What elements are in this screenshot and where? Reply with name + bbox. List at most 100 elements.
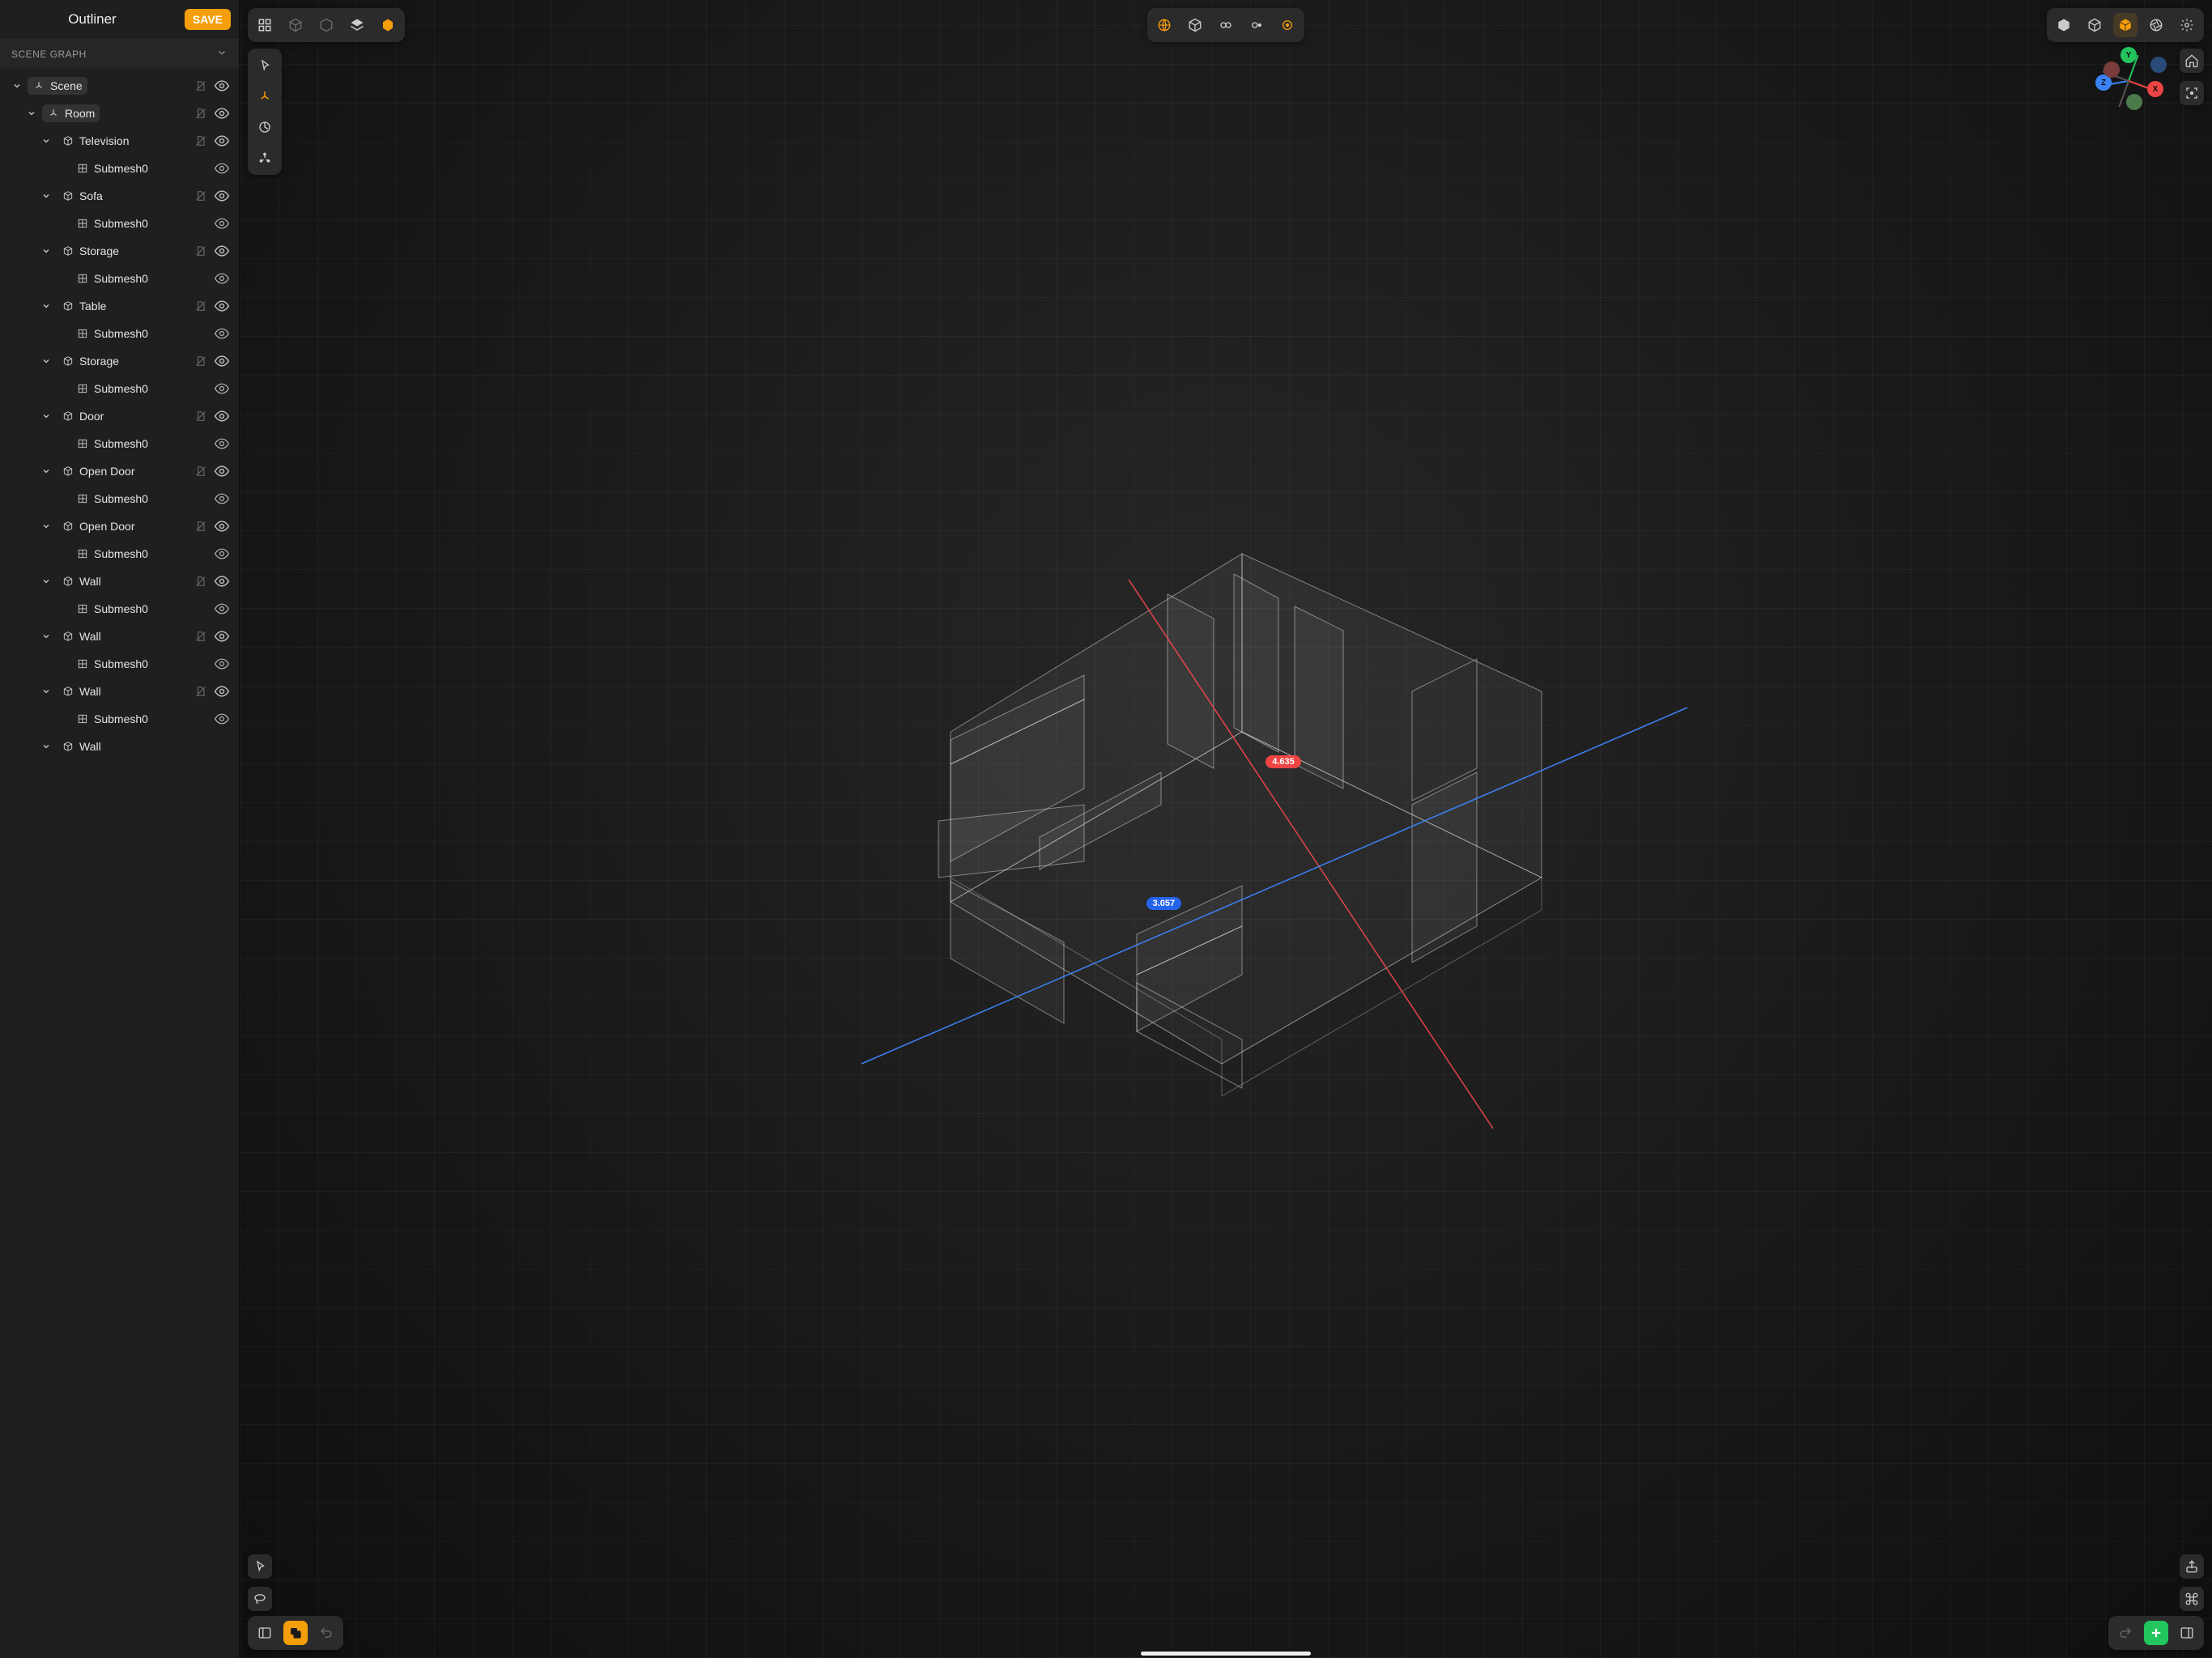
tree-node[interactable]: Submesh0 <box>5 375 234 402</box>
hidden-doc-icon[interactable] <box>192 462 210 480</box>
tree-node-label-wrap[interactable]: Submesh0 <box>71 215 153 232</box>
tree-node[interactable]: Submesh0 <box>5 485 234 512</box>
add-button[interactable] <box>2144 1621 2168 1645</box>
tree-node-label-wrap[interactable]: Submesh0 <box>71 545 153 563</box>
tree-node[interactable]: Open Door <box>5 457 234 485</box>
eye-icon[interactable] <box>213 77 231 95</box>
cube-wire-icon[interactable] <box>283 13 308 37</box>
share-icon[interactable] <box>2180 1554 2204 1579</box>
chevron-down-icon[interactable] <box>39 464 53 478</box>
eye-icon[interactable] <box>213 627 231 645</box>
hidden-doc-icon[interactable] <box>192 187 210 205</box>
tree-node[interactable]: Submesh0 <box>5 595 234 623</box>
hidden-doc-icon[interactable] <box>192 517 210 535</box>
chevron-down-icon[interactable] <box>39 354 53 368</box>
eye-icon[interactable] <box>213 600 231 618</box>
tree-node[interactable]: Submesh0 <box>5 430 234 457</box>
eye-icon[interactable] <box>213 352 231 370</box>
hidden-doc-icon[interactable] <box>192 297 210 315</box>
sidebar-toggle-icon[interactable] <box>253 1621 277 1645</box>
eye-icon[interactable] <box>213 215 231 232</box>
tree-node-label-wrap[interactable]: Room <box>42 104 100 122</box>
tree-node[interactable]: Table <box>5 292 234 320</box>
tree-node-label-wrap[interactable]: Table <box>57 297 111 315</box>
scale-icon[interactable] <box>253 146 277 170</box>
eye-icon[interactable] <box>213 710 231 728</box>
chevron-down-icon[interactable] <box>39 684 53 699</box>
chevron-down-icon[interactable] <box>39 134 53 148</box>
tree-node-label-wrap[interactable]: Submesh0 <box>71 325 153 342</box>
tree-node[interactable]: Television <box>5 127 234 155</box>
chevron-down-icon[interactable] <box>24 106 39 121</box>
tree-node-label-wrap[interactable]: Wall <box>57 738 106 755</box>
chevron-down-icon[interactable] <box>10 79 24 93</box>
wire-cube-icon[interactable] <box>2082 13 2107 37</box>
axis-y-handle[interactable]: Y <box>2121 47 2137 63</box>
eye-icon[interactable] <box>213 325 231 342</box>
eye-icon[interactable] <box>213 104 231 122</box>
hexagon-icon[interactable] <box>376 13 400 37</box>
tree-node[interactable]: Wall <box>5 733 234 760</box>
chevron-down-icon[interactable] <box>39 244 53 258</box>
layers-icon[interactable] <box>345 13 369 37</box>
snap-link-icon[interactable] <box>1214 13 1238 37</box>
eye-icon[interactable] <box>213 572 231 590</box>
hidden-doc-icon[interactable] <box>192 242 210 260</box>
chevron-down-icon[interactable] <box>39 629 53 644</box>
tree-node-label-wrap[interactable]: Open Door <box>57 462 139 480</box>
tree-node-label-wrap[interactable]: Submesh0 <box>71 380 153 397</box>
scene-graph-section-header[interactable]: SCENE GRAPH <box>0 39 239 69</box>
hidden-doc-icon[interactable] <box>192 407 210 425</box>
tree-node[interactable]: Sofa <box>5 182 234 210</box>
tree-node[interactable]: Submesh0 <box>5 540 234 568</box>
tree-node[interactable]: Wall <box>5 568 234 595</box>
hidden-doc-icon[interactable] <box>192 77 210 95</box>
tree-node-label-wrap[interactable]: Submesh0 <box>71 710 153 728</box>
eye-icon[interactable] <box>213 490 231 508</box>
gear-icon[interactable] <box>2175 13 2199 37</box>
cube-outline-icon[interactable] <box>314 13 338 37</box>
undo-icon[interactable] <box>314 1621 338 1645</box>
solid-cube-icon[interactable] <box>2052 13 2076 37</box>
tree-node[interactable]: Storage <box>5 237 234 265</box>
eye-icon[interactable] <box>213 159 231 177</box>
eye-icon[interactable] <box>213 435 231 453</box>
tree-node[interactable]: Room <box>5 100 234 127</box>
pointer-icon[interactable] <box>253 53 277 78</box>
axis-neg-z-handle[interactable] <box>2150 57 2167 73</box>
tree-node-label-wrap[interactable]: Storage <box>57 352 124 370</box>
tree-node-label-wrap[interactable]: Wall <box>57 627 106 645</box>
right-panel-toggle-icon[interactable] <box>2175 1621 2199 1645</box>
eye-icon[interactable] <box>213 270 231 287</box>
chevron-down-icon[interactable] <box>39 519 53 534</box>
tree-node-label-wrap[interactable]: Wall <box>57 572 106 590</box>
cube-icon[interactable] <box>1183 13 1207 37</box>
move-gizmo-icon[interactable] <box>253 84 277 108</box>
tree-node[interactable]: Submesh0 <box>5 210 234 237</box>
tree-node-label-wrap[interactable]: Submesh0 <box>71 270 153 287</box>
lasso-icon[interactable] <box>248 1587 272 1611</box>
chevron-down-icon[interactable] <box>39 739 53 754</box>
hidden-doc-icon[interactable] <box>192 132 210 150</box>
tree-node[interactable]: Scene <box>5 72 234 100</box>
orientation-gizmo[interactable]: Y X Z <box>2094 45 2163 115</box>
hidden-doc-icon[interactable] <box>192 627 210 645</box>
command-icon[interactable] <box>2180 1587 2204 1611</box>
redo-icon[interactable] <box>2113 1621 2138 1645</box>
tree-node-label-wrap[interactable]: Submesh0 <box>71 435 153 453</box>
eye-icon[interactable] <box>213 462 231 480</box>
tree-node-label-wrap[interactable]: Submesh0 <box>71 490 153 508</box>
tree-node[interactable]: Submesh0 <box>5 320 234 347</box>
eye-icon[interactable] <box>213 545 231 563</box>
eye-icon[interactable] <box>213 682 231 700</box>
eye-icon[interactable] <box>213 380 231 397</box>
rotate-icon[interactable] <box>253 115 277 139</box>
overlap-icon[interactable] <box>283 1621 308 1645</box>
hidden-doc-icon[interactable] <box>192 682 210 700</box>
tree-node-label-wrap[interactable]: Scene <box>28 77 87 95</box>
tree-node-label-wrap[interactable]: Storage <box>57 242 124 260</box>
globe-icon[interactable] <box>1152 13 1176 37</box>
target-icon[interactable] <box>1275 13 1300 37</box>
eye-icon[interactable] <box>213 407 231 425</box>
tree-node[interactable]: Storage <box>5 347 234 375</box>
